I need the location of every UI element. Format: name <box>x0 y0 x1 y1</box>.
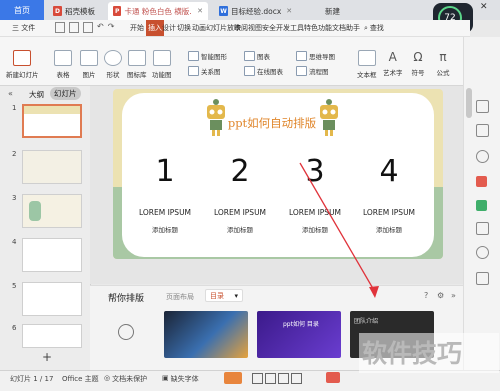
missing-font-status[interactable]: ▣ 缺失字体 <box>162 374 199 384</box>
beautify-button[interactable] <box>224 372 242 384</box>
protect-label: 文档未保护 <box>112 375 148 383</box>
annotation-arrow <box>299 162 379 298</box>
sorter-view-icon[interactable] <box>265 373 276 384</box>
slide-counter: 幻灯片 1 / 17 <box>10 375 54 383</box>
normal-view-icon[interactable] <box>252 373 263 384</box>
reading-view-icon[interactable] <box>278 373 289 384</box>
play-slideshow-button[interactable] <box>326 372 340 383</box>
missing-font-label: 缺失字体 <box>170 375 199 383</box>
watermark: 软件技巧 <box>362 339 463 368</box>
shield-icon: ◎ <box>104 374 111 382</box>
protect-status[interactable]: ◎ 文档未保护 <box>104 374 147 384</box>
font-warning-icon: ▣ <box>162 374 169 382</box>
theme-name: Office 主题 <box>62 375 99 383</box>
notes-icon[interactable] <box>291 373 302 384</box>
